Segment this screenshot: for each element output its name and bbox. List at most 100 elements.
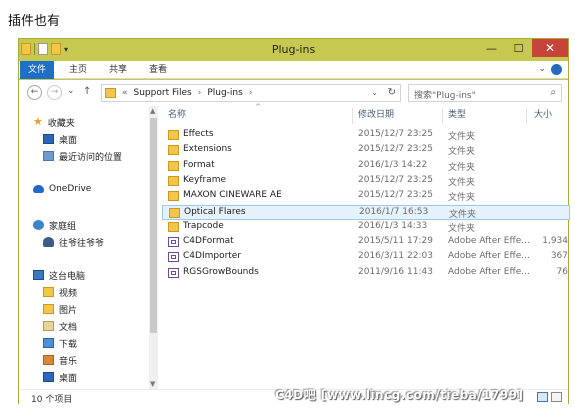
computer-icon [33,270,44,280]
file-name: C4DImporter [183,251,242,262]
tab-home[interactable]: 主页 [63,61,93,79]
breadcrumb-separator[interactable]: › [249,88,253,98]
file-name: Optical Flares [184,206,246,217]
nav-desktop[interactable]: 桌面 [43,131,77,147]
scrollbar-thumb[interactable] [150,118,157,333]
column-header-type[interactable]: 类型 [448,108,466,126]
recent-locations-icon[interactable]: ⌄ [67,86,75,96]
expand-ribbon-icon[interactable]: ⌄ [538,64,546,74]
navigation-scrollbar[interactable]: ▲ ▼ [149,106,158,389]
nav-item-label: 桌面 [59,135,78,146]
nav-user[interactable]: 往爷往爷爷 [43,234,104,250]
file-name: MAXON CINEWARE AE [183,190,282,201]
star-icon: ★ [33,115,43,128]
back-button[interactable]: ← [27,85,42,100]
breadcrumb-support-files[interactable]: Support Files [134,88,192,98]
file-name: C4DFormat [183,236,234,247]
table-row[interactable]: C4DImporter 2016/3/11 22:03 Adobe After Ef… [162,250,570,265]
file-type: 文件夹 [449,209,477,220]
file-modified: 2016/3/11 22:03 [358,251,433,262]
file-name: Effects [183,129,214,139]
breadcrumb: « Support Files › Plug-ins › [122,88,252,98]
large-icons-view-icon[interactable] [551,392,562,402]
file-name: Format [183,159,215,170]
table-row[interactable]: RGSGrowBounds 2011/9/16 11:43 Adobe After … [162,266,570,281]
file-modified: 2016/1/3 14:22 [358,159,428,170]
tab-file[interactable]: 文件 [20,61,54,79]
table-row[interactable]: MAXON CINEWARE AE 2015/12/7 23:25 文件夹 [162,189,570,204]
address-dropdown-icon[interactable]: ⌄ [371,88,378,97]
title-bar: ▾ Plug-ins — ☐ ✕ [19,39,568,61]
breadcrumb-overflow[interactable]: « [122,88,128,98]
nav-recent-places[interactable]: 最近访问的位置 [43,148,122,164]
item-count: 10 个项目 [31,395,73,405]
table-row[interactable]: Effects 2015/12/7 23:25 文件夹 [162,128,570,143]
details-view-icon[interactable] [537,392,548,402]
ribbon-tabs: 文件 主页 共享 查看 ⌄ ? [19,61,568,79]
up-button[interactable]: ↑ [83,86,91,97]
nav-downloads[interactable]: 下载 [43,335,77,351]
table-row[interactable]: Keyframe 2015/12/7 23:25 文件夹 [162,174,570,189]
desktop-icon [43,134,54,144]
file-type: 文件夹 [448,193,476,204]
column-header-size[interactable]: 大小 [534,108,552,126]
nav-this-pc[interactable]: 这台电脑 [33,267,85,283]
table-row[interactable]: Trapcode 2016/1/3 14:33 文件夹 [162,220,570,235]
file-name: Extensions [183,144,232,155]
tab-share[interactable]: 共享 [103,61,133,79]
desktop-folder-icon [43,372,54,382]
search-input[interactable]: 搜索"Plug-ins" ⌕ [408,84,562,102]
file-type: 文件夹 [448,132,476,142]
table-row[interactable]: Optical Flares 2016/1/7 16:53 文件夹 [162,204,570,220]
watermark: C4D吧 [www.lincg.com/tieba/1799] [275,388,524,402]
nav-music[interactable]: 音乐 [43,352,77,368]
file-modified: 2011/9/16 11:43 [358,266,433,277]
nav-desktop-folder[interactable]: 桌面 [43,369,77,385]
file-type: 文件夹 [448,177,476,188]
folder-icon [168,160,179,171]
file-size: 367 [550,251,568,262]
forward-button[interactable]: → [47,85,62,100]
help-icon[interactable]: ? [551,64,562,75]
view-toggle [537,392,562,402]
sort-ascending-icon: ^ [255,103,261,111]
nav-documents[interactable]: 文档 [43,318,77,334]
nav-item-label: 最近访问的位置 [59,152,123,163]
cloud-icon [33,185,44,193]
breadcrumb-separator[interactable]: › [198,88,202,98]
column-divider[interactable] [442,108,443,124]
minimize-button[interactable]: — [478,39,505,57]
nav-favorites[interactable]: ★ 收藏夹 [33,114,75,130]
navigation-pane: ★ 收藏夹 桌面 最近访问的位置 OneDrive 家庭组 往爷往爷爷 这台电脑… [19,106,149,389]
column-header-name[interactable]: 名称 [168,108,186,126]
scroll-up-icon[interactable]: ▲ [150,107,155,115]
refresh-icon[interactable]: ↻ [388,87,396,98]
nav-pictures[interactable]: 图片 [43,301,77,317]
file-modified: 2015/12/7 23:25 [358,190,433,201]
tab-view[interactable]: 查看 [143,61,173,79]
address-bar[interactable]: « Support Files › Plug-ins › ⌄ ↻ [101,84,401,102]
breadcrumb-plug-ins[interactable]: Plug-ins [207,88,243,98]
file-type: 文件夹 [448,147,476,158]
search-icon[interactable]: ⌕ [550,87,556,98]
scroll-down-icon[interactable]: ▼ [150,380,155,388]
nav-onedrive[interactable]: OneDrive [33,181,91,197]
window-controls: — ☐ ✕ [478,39,568,57]
nav-homegroup[interactable]: 家庭组 [33,217,76,233]
nav-item-label: 文档 [59,322,78,333]
table-row[interactable]: Format 2016/1/3 14:22 文件夹 [162,159,570,174]
video-folder-icon [43,287,54,297]
column-divider[interactable] [526,108,527,124]
table-row[interactable]: C4DFormat 2015/5/11 17:29 Adobe After Effe… [162,235,570,250]
nav-videos[interactable]: 视频 [43,284,77,300]
column-header-modified[interactable]: 修改日期 [358,108,394,126]
file-size: 1,934 [542,236,568,247]
caption: 插件也有 [8,14,61,29]
search-placeholder: 搜索"Plug-ins" [414,91,476,101]
file-type: Adobe After Effe... [448,266,530,277]
column-divider[interactable] [352,108,353,124]
close-button[interactable]: ✕ [532,39,568,57]
file-modified: 2015/12/7 23:25 [358,174,433,185]
maximize-button[interactable]: ☐ [505,39,532,57]
table-row[interactable]: Extensions 2015/12/7 23:25 文件夹 [162,143,570,158]
